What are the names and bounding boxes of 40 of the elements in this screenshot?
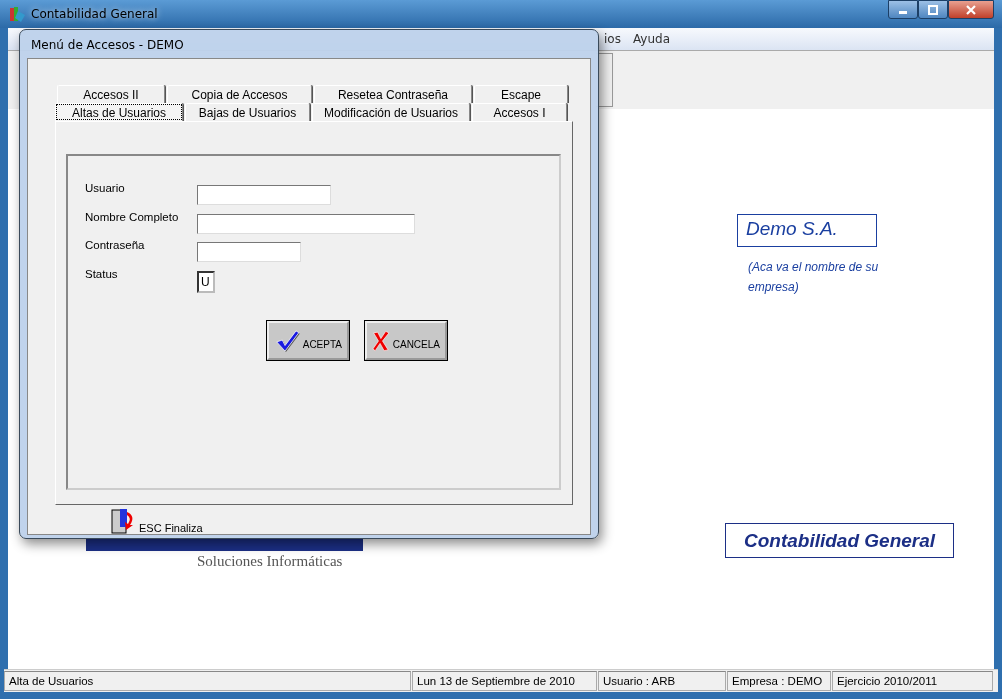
- app-name-box: Contabilidad General: [725, 523, 954, 558]
- input-field[interactable]: U: [197, 270, 215, 293]
- status-field: Usuario : ARB: [598, 671, 726, 691]
- close-button[interactable]: [948, 0, 994, 19]
- input-field[interactable]: [197, 213, 415, 234]
- tab[interactable]: Modificación de Usuarios: [312, 103, 470, 121]
- close-icon: [965, 4, 977, 15]
- status-field: Alta de Usuarios: [4, 671, 411, 691]
- status-field: Ejercicio 2010/2011: [832, 671, 993, 691]
- maximize-icon: [928, 4, 938, 15]
- field-label: Usuario: [85, 182, 126, 194]
- dialog-title: Menú de Accesos - DEMO: [30, 37, 185, 54]
- tab[interactable]: Escape: [474, 85, 568, 103]
- menu-item[interactable]: Ayuda: [632, 32, 670, 46]
- tab[interactable]: Accesos I: [472, 103, 567, 121]
- status-field: Lun 13 de Septiembre de 2010: [412, 671, 597, 691]
- checkmark-icon: [274, 327, 300, 354]
- minimize-icon: [899, 11, 907, 14]
- tab[interactable]: Altas de Usuarios: [55, 103, 183, 121]
- company-note: (Aca va el nombre de su empresa): [748, 259, 880, 296]
- action-button[interactable]: ACEPTA: [267, 321, 349, 360]
- minimize-button[interactable]: [888, 0, 918, 19]
- field-label: Nombre Completo: [85, 210, 180, 223]
- tab[interactable]: Bajas de Usuarios: [185, 103, 310, 121]
- tab[interactable]: Accesos II: [57, 85, 165, 103]
- field-label: Status: [85, 267, 119, 280]
- maximize-button[interactable]: [918, 0, 948, 19]
- tab[interactable]: Copia de Accesos: [167, 85, 312, 103]
- footer-hint: ESC Finaliza: [139, 522, 203, 534]
- input-field[interactable]: [197, 242, 301, 262]
- logo-tagline: Soluciones Informáticas: [197, 553, 343, 570]
- field-label: Contraseña: [85, 239, 146, 251]
- company-name-box: Demo S.A.: [737, 214, 877, 247]
- window-title: Contabilidad General: [31, 7, 158, 21]
- books-icon: [8, 5, 26, 23]
- menu-item[interactable]: ios: [604, 32, 621, 46]
- status-field: Empresa : DEMO: [727, 671, 831, 691]
- tab[interactable]: Resetea Contraseña: [314, 85, 472, 103]
- action-button[interactable]: CANCELA: [365, 321, 447, 360]
- input-field[interactable]: [197, 185, 331, 205]
